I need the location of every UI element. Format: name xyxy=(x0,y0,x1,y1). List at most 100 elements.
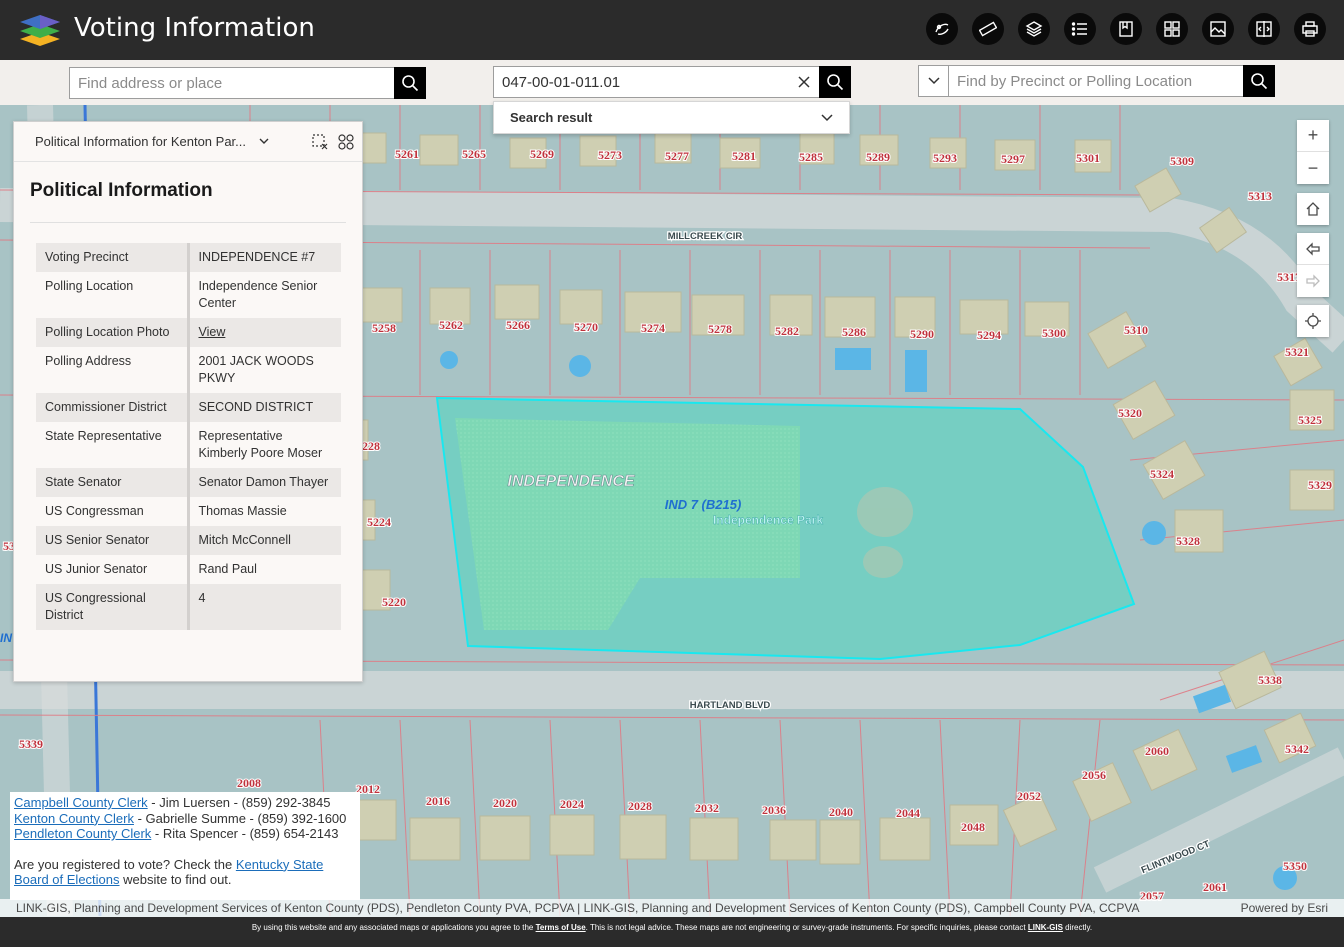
panel-heading: Political Information xyxy=(30,180,346,223)
search-icon xyxy=(1251,73,1268,90)
grid-view-icon[interactable] xyxy=(338,133,354,150)
parcel-number-label: 5342 xyxy=(1285,742,1309,756)
layers-button[interactable] xyxy=(1018,13,1050,45)
precinct-source-dropdown[interactable] xyxy=(919,66,949,96)
polling-photo-link[interactable]: View xyxy=(199,325,226,339)
info-value: SECOND DISTRICT xyxy=(188,393,341,422)
parcel-number-label: 2056 xyxy=(1082,768,1106,782)
parcel-number-label: 2036 xyxy=(762,803,786,817)
home-button[interactable] xyxy=(1297,193,1329,225)
parcel-number-label: 2052 xyxy=(1017,789,1041,803)
parcel-number-label: 5339 xyxy=(19,737,43,751)
basemap-icon xyxy=(1164,21,1180,37)
info-value: View xyxy=(188,318,341,347)
parcel-search-button[interactable] xyxy=(819,66,851,98)
arrow-right-icon xyxy=(1306,274,1320,288)
parcel-number-label: 5269 xyxy=(530,147,554,161)
arrow-left-icon xyxy=(1306,241,1320,256)
parcel-number-label: 5262 xyxy=(439,318,463,332)
parcel-number-label: 5270 xyxy=(574,320,598,334)
parcel-number-label: 2008 xyxy=(237,776,261,790)
side-precinct-label: IN xyxy=(0,631,12,645)
parcel-number-label: 5338 xyxy=(1258,673,1282,687)
info-key: Polling Address xyxy=(36,347,190,393)
clear-search-button[interactable] xyxy=(789,75,819,89)
attribution-text: LINK-GIS, Planning and Development Servi… xyxy=(16,901,1140,915)
info-key: Voting Precinct xyxy=(36,243,190,272)
swipe-button[interactable] xyxy=(1248,13,1280,45)
chevron-down-icon[interactable] xyxy=(259,138,269,145)
address-search xyxy=(69,67,426,99)
parcel-number-label: 5261 xyxy=(395,147,419,161)
locate-control xyxy=(1297,305,1329,337)
home-control xyxy=(1297,193,1329,225)
info-value: Mitch McConnell xyxy=(188,526,341,555)
pendleton-clerk-link[interactable]: Pendleton County Clerk xyxy=(14,826,151,841)
registration-text-end: website to find out. xyxy=(119,872,232,887)
swipe-icon xyxy=(1256,21,1272,37)
terms-of-use-link[interactable]: Terms of Use xyxy=(536,923,586,932)
info-key: US Congressman xyxy=(36,497,190,526)
info-row: Commissioner District SECOND DISTRICT xyxy=(36,393,341,422)
kenton-clerk-link[interactable]: Kenton County Clerk xyxy=(14,811,134,826)
precinct-search-button[interactable] xyxy=(1243,65,1275,97)
disclaimer-footer: By using this website and any associated… xyxy=(0,917,1344,947)
parcel-number-label: 5313 xyxy=(1248,189,1272,203)
park-label: Independence Park xyxy=(713,513,823,527)
zoom-out-button[interactable]: − xyxy=(1297,152,1329,184)
next-extent-button[interactable] xyxy=(1297,265,1329,297)
parcel-number-label: 5224 xyxy=(367,515,391,529)
precinct-search-input[interactable] xyxy=(949,66,1243,96)
info-value: 4 xyxy=(188,584,341,630)
link-gis-link[interactable]: LINK-GIS xyxy=(1028,923,1063,932)
search-icon xyxy=(827,74,844,91)
zoom-in-button[interactable]: + xyxy=(1297,120,1329,152)
info-key: Commissioner District xyxy=(36,393,190,422)
sketch-icon xyxy=(935,23,949,35)
locate-icon xyxy=(1305,313,1321,329)
info-value: Representative Kimberly Poore Moser xyxy=(188,422,341,468)
search-row xyxy=(0,60,1344,105)
sketch-button[interactable] xyxy=(926,13,958,45)
registration-text: Are you registered to vote? Check the xyxy=(14,856,236,872)
locate-button[interactable] xyxy=(1297,305,1329,337)
parcel-number-label: 5320 xyxy=(1118,406,1142,420)
bookmark-button[interactable] xyxy=(1110,13,1142,45)
parcel-search-input[interactable] xyxy=(494,67,789,97)
info-row: US Junior Senator Rand Paul xyxy=(36,555,341,584)
zoom-control: + − xyxy=(1297,120,1329,184)
export-image-button[interactable] xyxy=(1202,13,1234,45)
parcel-number-label: 5293 xyxy=(933,151,957,165)
measure-icon xyxy=(979,21,997,37)
campbell-clerk-link[interactable]: Campbell County Clerk xyxy=(14,795,148,810)
address-search-input[interactable] xyxy=(70,68,394,98)
parcel-number-label: 5266 xyxy=(506,318,530,332)
basemap-button[interactable] xyxy=(1156,13,1188,45)
address-search-button[interactable] xyxy=(394,67,426,99)
print-button[interactable] xyxy=(1294,13,1326,45)
parcel-number-label: 5258 xyxy=(372,321,396,335)
app-title: Voting Information xyxy=(74,13,315,43)
powered-by-esri[interactable]: Powered by Esri xyxy=(1241,899,1328,917)
previous-extent-button[interactable] xyxy=(1297,233,1329,265)
info-row: US Senior Senator Mitch McConnell xyxy=(36,526,341,555)
search-result-dropdown[interactable]: Search result xyxy=(493,101,850,134)
layers-icon xyxy=(1025,21,1043,37)
parcel-number-label: 5281 xyxy=(732,149,756,163)
navigation-history-control xyxy=(1297,233,1329,297)
search-result-label: Search result xyxy=(510,110,593,125)
measure-button[interactable] xyxy=(972,13,1004,45)
disclaimer-text-end: directly. xyxy=(1062,923,1093,932)
info-key: US Junior Senator xyxy=(36,555,190,584)
panel-title[interactable]: Political Information for Kenton Par... xyxy=(35,134,253,149)
chevron-down-icon xyxy=(821,113,833,121)
parcel-number-label: 2024 xyxy=(560,797,584,811)
legend-button[interactable] xyxy=(1064,13,1096,45)
legend-icon xyxy=(1071,22,1087,36)
map-attribution: LINK-GIS, Planning and Development Servi… xyxy=(0,899,1344,917)
parcel-number-label: 5285 xyxy=(799,150,823,164)
clear-selection-icon[interactable] xyxy=(312,133,328,150)
parcel-number-label: 5309 xyxy=(1170,154,1194,168)
info-row: US Congressman Thomas Massie xyxy=(36,497,341,526)
parcel-number-label: 5265 xyxy=(462,147,486,161)
